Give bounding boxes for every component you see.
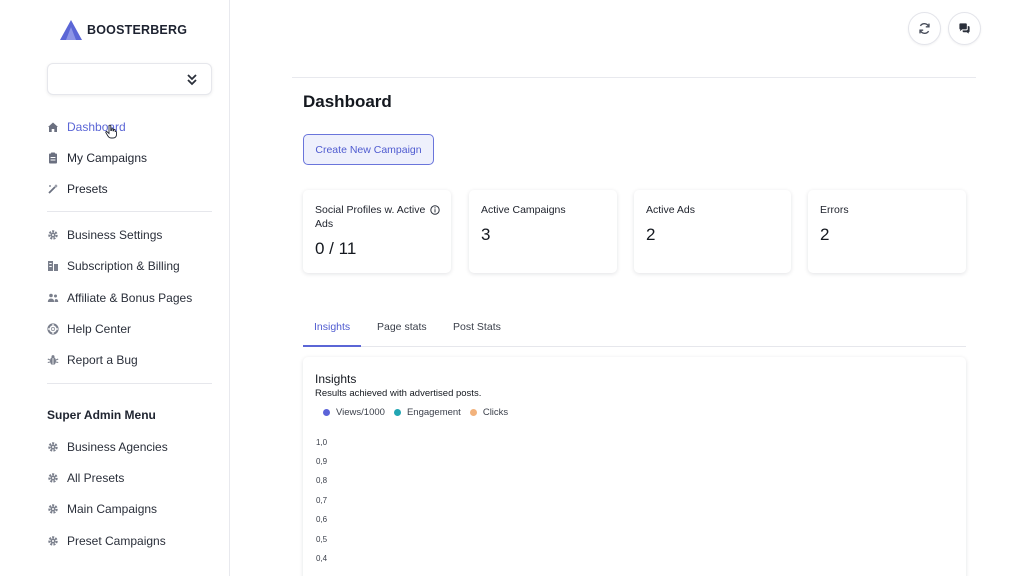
sidebar-item-label: Presets — [67, 182, 108, 196]
stat-label: Active Ads — [646, 204, 696, 216]
sidebar-item-help-center[interactable]: Help Center — [47, 319, 131, 339]
chat-button[interactable] — [948, 12, 981, 45]
legend-item-views[interactable]: Views/1000 — [323, 407, 385, 418]
sidebar-item-label: My Campaigns — [67, 151, 148, 165]
wand-icon — [47, 183, 59, 195]
legend-item-engagement[interactable]: Engagement — [393, 407, 461, 418]
y-tick-label: 0,9 — [316, 457, 328, 466]
sidebar-item-main-campaigns[interactable]: Main Campaigns — [47, 499, 157, 519]
info-icon[interactable] — [430, 205, 440, 215]
chart-legend: Views/1000 Engagement Clicks — [323, 407, 517, 418]
bug-icon — [47, 354, 59, 366]
sidebar-item-preset-campaigns[interactable]: Preset Campaigns — [47, 531, 166, 551]
gear-icon — [47, 229, 59, 241]
tab-page-stats[interactable]: Page stats — [377, 321, 427, 333]
y-tick-label: 0,4 — [316, 554, 328, 563]
y-tick-label: 0,7 — [316, 496, 328, 505]
sidebar-item-my-campaigns[interactable]: My Campaigns — [47, 148, 147, 168]
create-campaign-button[interactable]: Create New Campaign — [303, 134, 434, 165]
sidebar-item-label: Preset Campaigns — [67, 534, 166, 548]
sidebar-item-label: Business Agencies — [67, 440, 168, 454]
sidebar: BOOSTERBERG Dashboard My Campaigns Prese… — [0, 0, 230, 576]
legend-dot — [323, 409, 330, 416]
logo-icon — [60, 20, 82, 40]
billing-icon — [47, 260, 59, 272]
y-tick-label: 0,5 — [316, 535, 328, 544]
legend-item-clicks[interactable]: Clicks — [469, 407, 509, 418]
sidebar-item-business-agencies[interactable]: Business Agencies — [47, 437, 168, 457]
sidebar-item-affiliate-bonus[interactable]: Affiliate & Bonus Pages — [47, 288, 192, 308]
admin-menu-title: Super Admin Menu — [47, 408, 156, 422]
stat-label: Social Profiles w. Active Ads — [315, 204, 426, 230]
sidebar-divider — [47, 383, 212, 384]
brand-logo[interactable]: BOOSTERBERG — [59, 19, 187, 41]
stat-value: 2 — [646, 225, 656, 244]
legend-dot — [393, 409, 401, 416]
clipboard-icon — [47, 152, 59, 164]
sidebar-item-subscription-billing[interactable]: Subscription & Billing — [47, 256, 180, 276]
insights-card: Insights Results achieved with advertise… — [303, 357, 966, 576]
stats-tabs: Insights Page stats Post Stats — [303, 314, 966, 347]
organization-select[interactable] — [47, 63, 212, 95]
sidebar-item-business-settings[interactable]: Business Settings — [47, 225, 162, 245]
sidebar-item-label: Affiliate & Bonus Pages — [67, 291, 193, 305]
legend-label: Clicks — [482, 407, 509, 418]
sidebar-item-label: Subscription & Billing — [67, 259, 180, 273]
stat-card-active-campaigns: Active Campaigns 3 — [469, 190, 617, 273]
header-divider — [292, 77, 976, 78]
sidebar-item-all-presets[interactable]: All Presets — [47, 468, 124, 488]
stat-card-errors: Errors 2 — [808, 190, 966, 273]
legend-dot — [469, 409, 477, 416]
stat-card-active-ads: Active Ads 2 — [634, 190, 791, 273]
gear-icon — [47, 535, 59, 547]
tab-insights[interactable]: Insights — [314, 321, 350, 333]
tab-post-stats[interactable]: Post Stats — [453, 321, 501, 333]
stat-card-social-profiles: Social Profiles w. Active Ads 0 / 11 — [303, 190, 451, 273]
users-icon — [47, 292, 59, 304]
sidebar-item-report-bug[interactable]: Report a Bug — [47, 350, 138, 370]
active-tab-indicator — [303, 345, 361, 347]
stat-label: Errors — [820, 204, 849, 216]
sidebar-divider — [47, 211, 212, 212]
stat-value: 0 / 11 — [315, 239, 357, 258]
stat-label: Active Campaigns — [481, 204, 566, 216]
stat-value: 2 — [820, 225, 830, 244]
y-tick-label: 0,6 — [316, 515, 328, 524]
lifebuoy-icon — [47, 323, 59, 335]
legend-label: Engagement — [406, 407, 461, 418]
page-title: Dashboard — [303, 92, 392, 111]
insights-title: Insights — [315, 372, 357, 386]
sidebar-item-label: All Presets — [67, 471, 125, 485]
stat-value: 3 — [481, 225, 491, 244]
sidebar-item-label: Business Settings — [67, 228, 163, 242]
sidebar-item-presets[interactable]: Presets — [47, 179, 108, 199]
hand-cursor-icon — [105, 124, 117, 139]
insights-subtitle: Results achieved with advertised posts. — [315, 388, 482, 399]
chat-icon — [959, 23, 970, 34]
gear-icon — [47, 503, 59, 515]
y-tick-label: 1,0 — [316, 438, 328, 447]
sidebar-item-label: Report a Bug — [67, 353, 138, 367]
sidebar-item-label: Main Campaigns — [67, 502, 158, 516]
home-icon — [47, 121, 59, 133]
legend-label: Views/1000 — [336, 407, 385, 418]
y-tick-label: 0,8 — [316, 476, 328, 485]
double-chevron-down-icon — [187, 74, 197, 86]
sidebar-item-label: Help Center — [67, 322, 132, 336]
refresh-icon — [919, 23, 930, 34]
gear-icon — [47, 441, 59, 453]
gear-icon — [47, 472, 59, 484]
refresh-button[interactable] — [908, 12, 941, 45]
brand-name: BOOSTERBERG — [87, 23, 188, 37]
